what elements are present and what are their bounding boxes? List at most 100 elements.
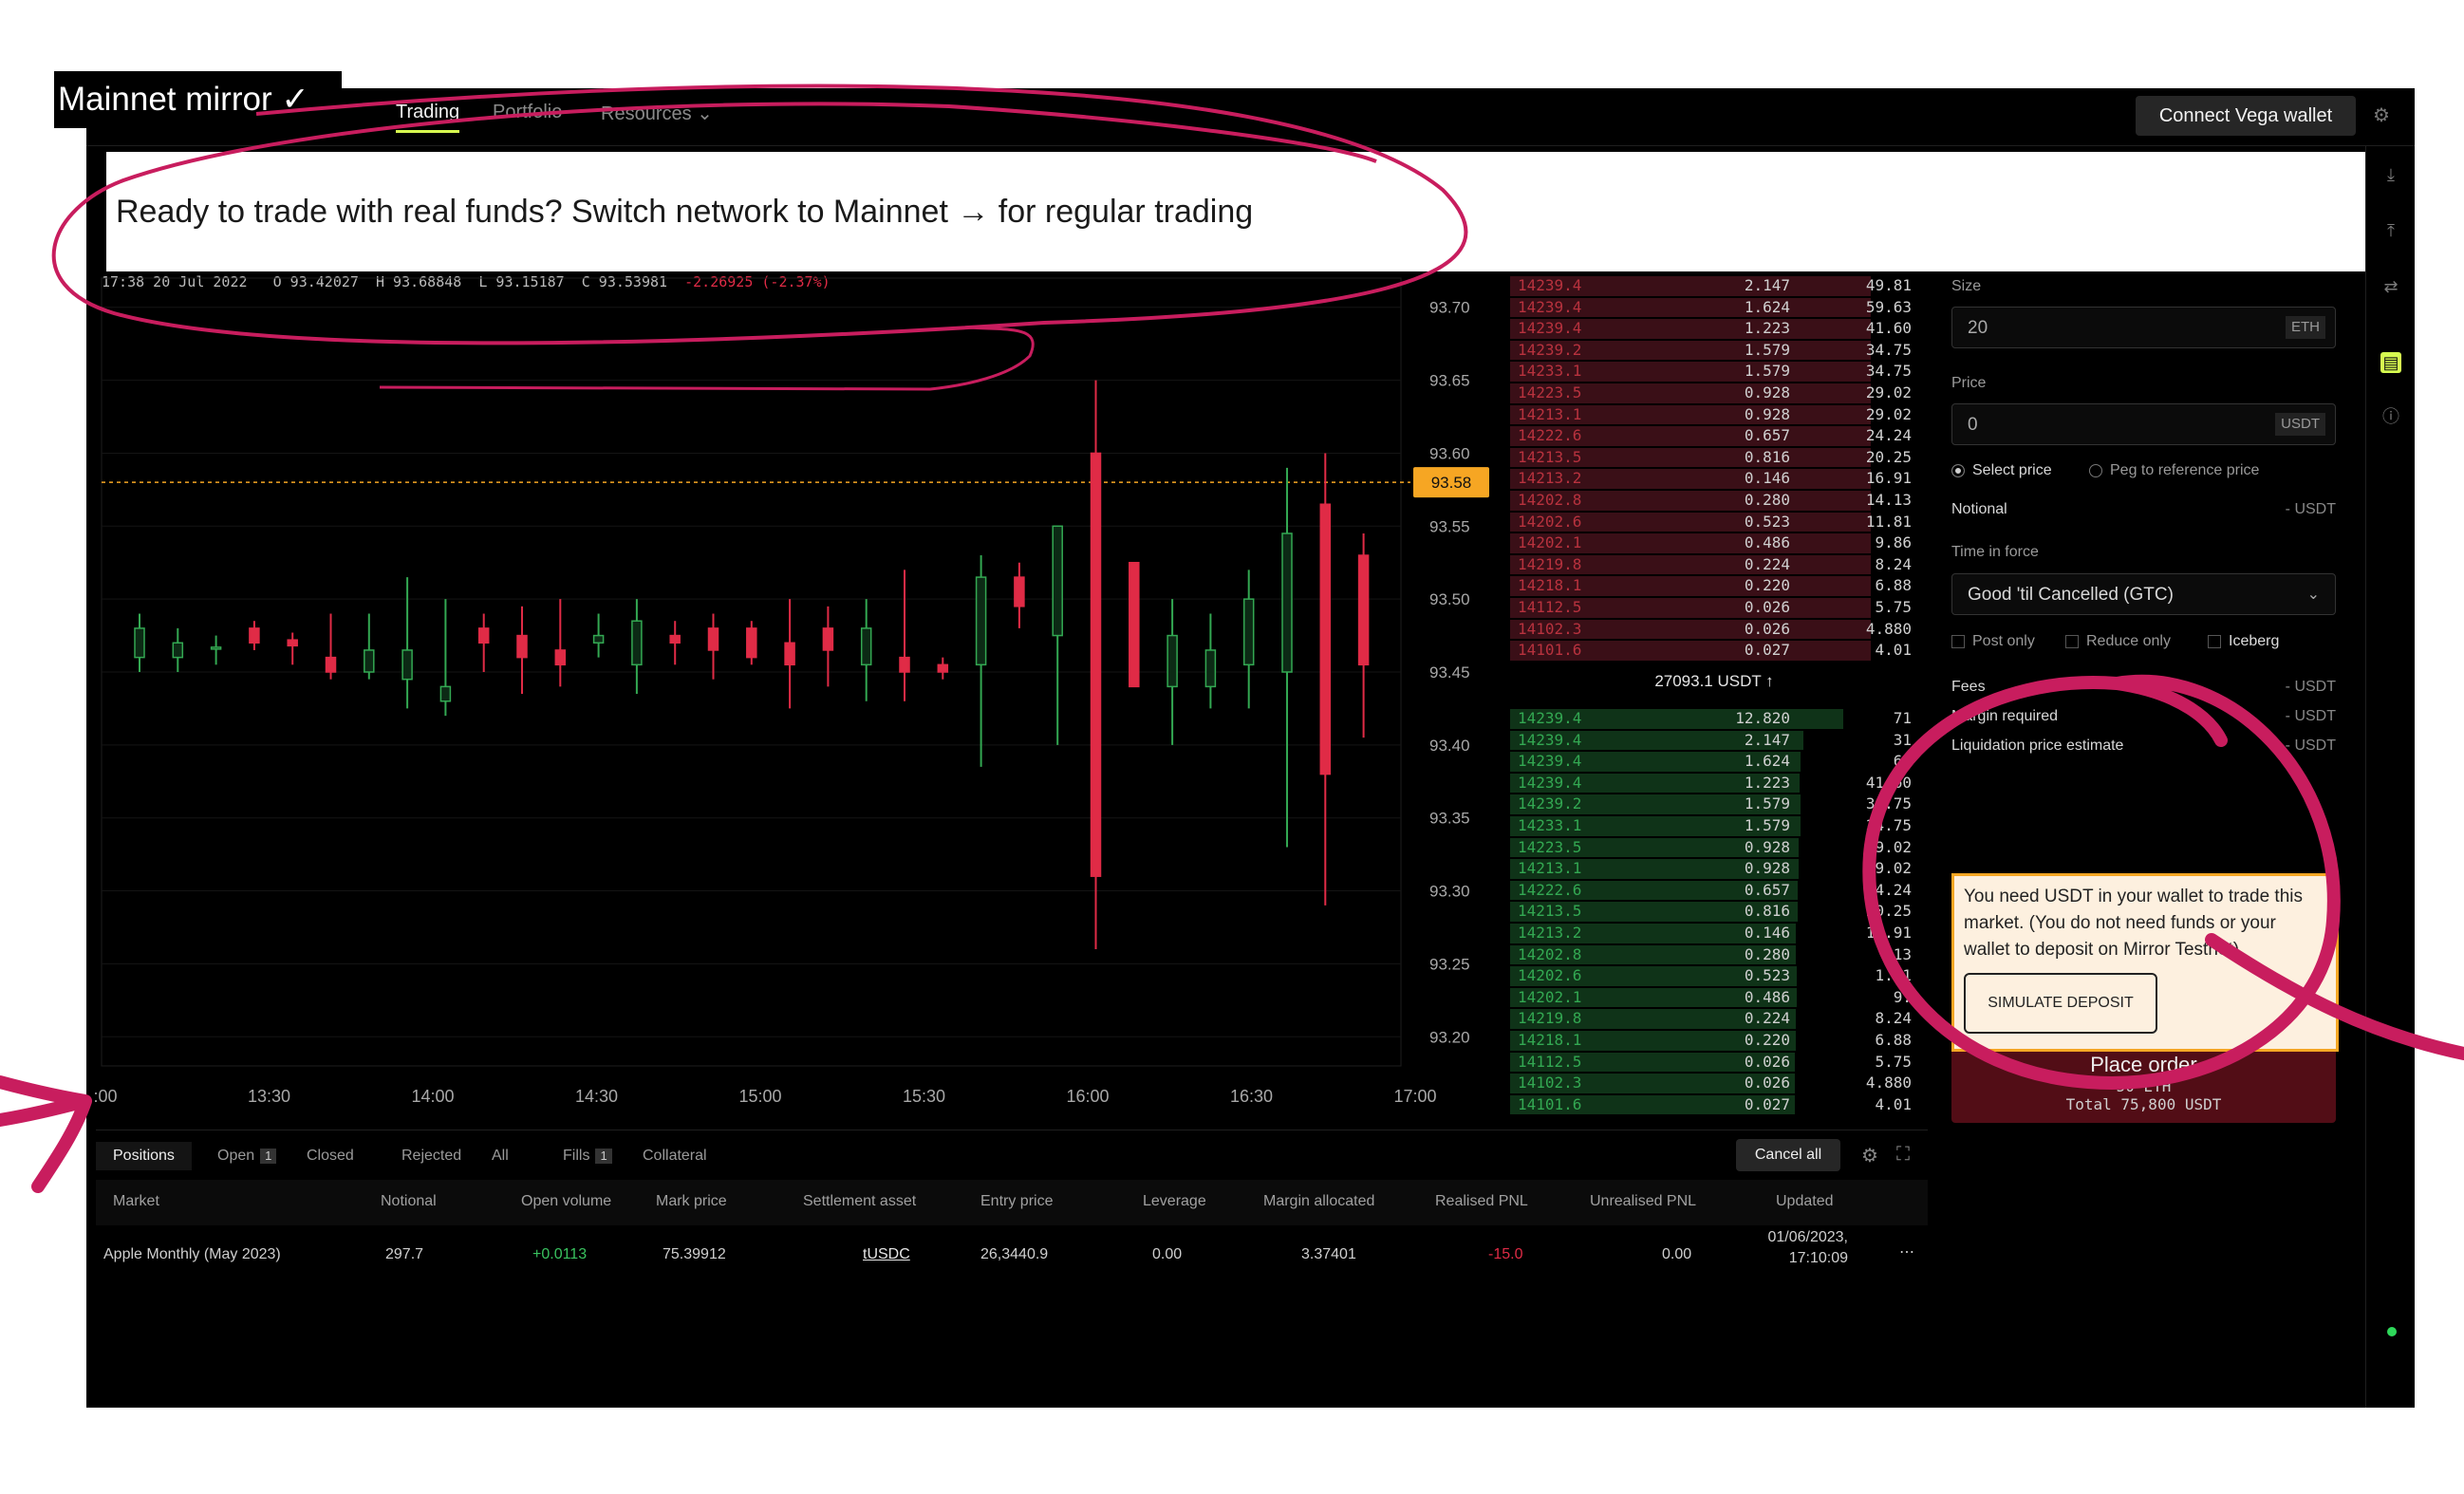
orderbook-bid-row[interactable]: 14202.8 0.280 13 [1510,944,1918,966]
orderbook-bid-row[interactable]: 14213.2 0.146 16.91 [1510,923,1918,944]
ticket-icon[interactable]: ▤ [2380,352,2401,373]
orderbook-bid-row[interactable]: 14239.4 2.147 31 [1510,730,1918,752]
tab-collateral[interactable]: Collateral [643,1142,707,1170]
checkbox-reduce-only[interactable]: Reduce only [2065,633,2171,650]
column-header[interactable]: Market [113,1193,159,1210]
cell-realised-pnl: -15.0 [1488,1246,1523,1262]
margin-value: - USDT [2285,708,2336,724]
orderbook-ask-row[interactable]: 14202.1 0.486 9.86 [1510,532,1918,554]
orderbook-ask-row[interactable]: 14239.4 1.624 59.63 [1510,297,1918,319]
orderbook-ask-row[interactable]: 14112.5 0.026 5.75 [1510,597,1918,619]
tab-rejected[interactable]: Rejected [401,1142,461,1170]
orderbook-ask-row[interactable]: 14239.4 1.223 41.60 [1510,318,1918,340]
transfer-icon[interactable]: ⇄ [2380,276,2401,297]
orderbook-ask-row[interactable]: 14239.4 2.147 49.81 [1510,275,1918,297]
nav-trading[interactable]: Trading [396,102,460,133]
candlestick-chart[interactable]: 93.70 93.65 93.60 93.55 93.50 93.45 93.40 93.35… [86,269,1510,1123]
orderbook-ask-row[interactable]: 14213.1 0.928 29.02 [1510,404,1918,426]
tab-open[interactable]: Open 1 [217,1142,277,1170]
orderbook-bid-row[interactable]: 14213.1 0.928 29.02 [1510,858,1918,880]
orderbook-ask-row[interactable]: 14222.6 0.657 24.24 [1510,425,1918,447]
column-header[interactable]: Unrealised PNL [1590,1193,1696,1210]
cell-mark-price: 75.39912 [663,1246,726,1262]
column-header[interactable]: Updated [1776,1193,1834,1210]
tab-all[interactable]: All [492,1142,509,1170]
column-header[interactable]: Open volume [521,1193,611,1210]
checkbox-post-only[interactable]: Post only [1951,633,2035,649]
positions-tabs: Positions Open 1 Closed Rejected All Fills 1 Col… [96,1130,1928,1178]
orderbook-bid-row[interactable]: 14222.6 0.657 24.24 [1510,880,1918,902]
place-order-button[interactable]: Place order 50 ETH Total 75,800 USDT [1951,1049,2336,1123]
orderbook-ask-row[interactable]: 14202.6 0.523 11.81 [1510,512,1918,533]
upload-icon[interactable]: ⤒ [2380,220,2401,241]
candle-body [631,620,643,666]
column-header[interactable]: Notional [381,1193,437,1210]
column-header[interactable]: Margin allocated [1263,1193,1374,1210]
column-header[interactable]: Realised PNL [1435,1193,1528,1210]
orderbook-bid-row[interactable]: 14202.1 0.486 9. [1510,987,1918,1009]
expand-icon[interactable]: ⛶ [1896,1144,1910,1166]
orderbook-ask-row[interactable]: 14202.8 0.280 14.13 [1510,490,1918,512]
orderbook-mid-price: 27093.1 USDT ↑ [1654,672,1774,690]
download-icon[interactable]: ⤓ [2380,164,2401,185]
y-tick-label: 93.35 [1429,810,1470,828]
orderbook-ask-row[interactable]: 14233.1 1.579 34.75 [1510,361,1918,383]
orderbook-bid-row[interactable]: 14239.2 1.579 34.75 [1510,794,1918,815]
candle-body [592,634,605,644]
cell-settlement-asset[interactable]: tUSDC [863,1246,910,1263]
column-header[interactable]: Mark price [656,1193,727,1210]
price-label: Price [1951,375,1987,391]
orderbook-bid-row[interactable]: 14219.8 0.224 8.24 [1510,1008,1918,1030]
gear-icon[interactable]: ⚙ [2373,105,2394,126]
mainnet-banner[interactable]: Ready to trade with real funds? Switch n… [106,152,2365,271]
column-header[interactable]: Entry price [980,1193,1053,1210]
orderbook-ask-row[interactable]: 14102.3 0.026 4.880 [1510,619,1918,641]
orderbook-bid-row[interactable]: 14233.1 1.579 34.75 [1510,815,1918,837]
orderbook-bid-row[interactable]: 14239.4 1.624 63 [1510,751,1918,773]
count-badge: 1 [595,1149,612,1164]
x-tick-label: 16:30 [1230,1087,1273,1106]
size-input[interactable]: 20 ETH [1951,307,2336,348]
iceberg-label: Iceberg [2229,633,2280,649]
tab-closed[interactable]: Closed [307,1142,354,1170]
column-header[interactable]: Leverage [1143,1193,1206,1210]
radio-select-price[interactable]: Select price [1951,462,2052,478]
info-icon[interactable]: ⓘ [2380,406,2401,427]
tab-fills[interactable]: Fills 1 [563,1142,612,1170]
price-input[interactable]: 0 USDT [1951,403,2336,445]
orderbook-bid-row[interactable]: 14239.4 1.223 41.60 [1510,773,1918,794]
time-in-force-select[interactable]: Good 'til Cancelled (GTC) ⌄ [1951,573,2336,615]
orderbook-ask-row[interactable]: 14219.8 0.224 8.24 [1510,554,1918,576]
orderbook-bid-row[interactable]: 14101.6 0.027 4.01 [1510,1094,1918,1116]
orderbook-ask-row[interactable]: 14223.5 0.928 29.02 [1510,383,1918,404]
row-menu-icon[interactable]: ⋯ [1899,1242,1914,1261]
cancel-all-button[interactable]: Cancel all [1736,1139,1840,1171]
orderbook-ask-row[interactable]: 14213.5 0.816 20.25 [1510,447,1918,469]
table-row[interactable]: Apple Monthly (May 2023) 297.7 +0.0113 7… [96,1225,1928,1282]
tab-positions[interactable]: Positions [96,1142,192,1170]
orderbook-bid-row[interactable]: 14112.5 0.026 5.75 [1510,1052,1918,1074]
gear-icon[interactable]: ⚙ [1861,1144,1878,1167]
simulate-deposit-button[interactable]: SIMULATE DEPOSIT [1964,973,2157,1034]
orderbook-ask-row[interactable]: 14239.2 1.579 34.75 [1510,340,1918,362]
orderbook-ask-row[interactable]: 14213.2 0.146 16.91 [1510,468,1918,490]
orderbook-price: 14213.5 [1518,902,1582,921]
orderbook-bid-row[interactable]: 14223.5 0.928 29.02 [1510,837,1918,859]
candle-body [784,642,795,666]
nav-resources[interactable]: Resources ⌄ [601,102,713,125]
orderbook-ask-row[interactable]: 14218.1 0.220 6.88 [1510,575,1918,597]
orderbook-bid-row[interactable]: 14202.6 0.523 1.81 [1510,965,1918,987]
orderbook-ask-row[interactable]: 14101.6 0.027 4.01 [1510,640,1918,662]
orderbook-bid-row[interactable]: 14213.5 0.816 20.25 [1510,901,1918,923]
orderbook-bid-row[interactable]: 14102.3 0.026 4.880 [1510,1073,1918,1094]
orderbook-price: 14218.1 [1518,1031,1582,1049]
checkbox-iceberg[interactable]: Iceberg [2208,633,2279,650]
orderbook-bid-row[interactable]: 14218.1 0.220 6.88 [1510,1030,1918,1052]
connect-wallet-button[interactable]: Connect Vega wallet [2136,96,2356,136]
column-header[interactable]: Settlement asset [803,1193,916,1210]
orderbook-bid-row[interactable]: 14239.4 12.820 71 [1510,708,1918,730]
orderbook-cumulative: 11.81 [1865,512,1912,531]
orderbook-cumulative: 14.13 [1865,491,1912,509]
radio-peg-price[interactable]: Peg to reference price [2089,462,2259,479]
nav-portfolio[interactable]: Portfolio [493,102,562,123]
